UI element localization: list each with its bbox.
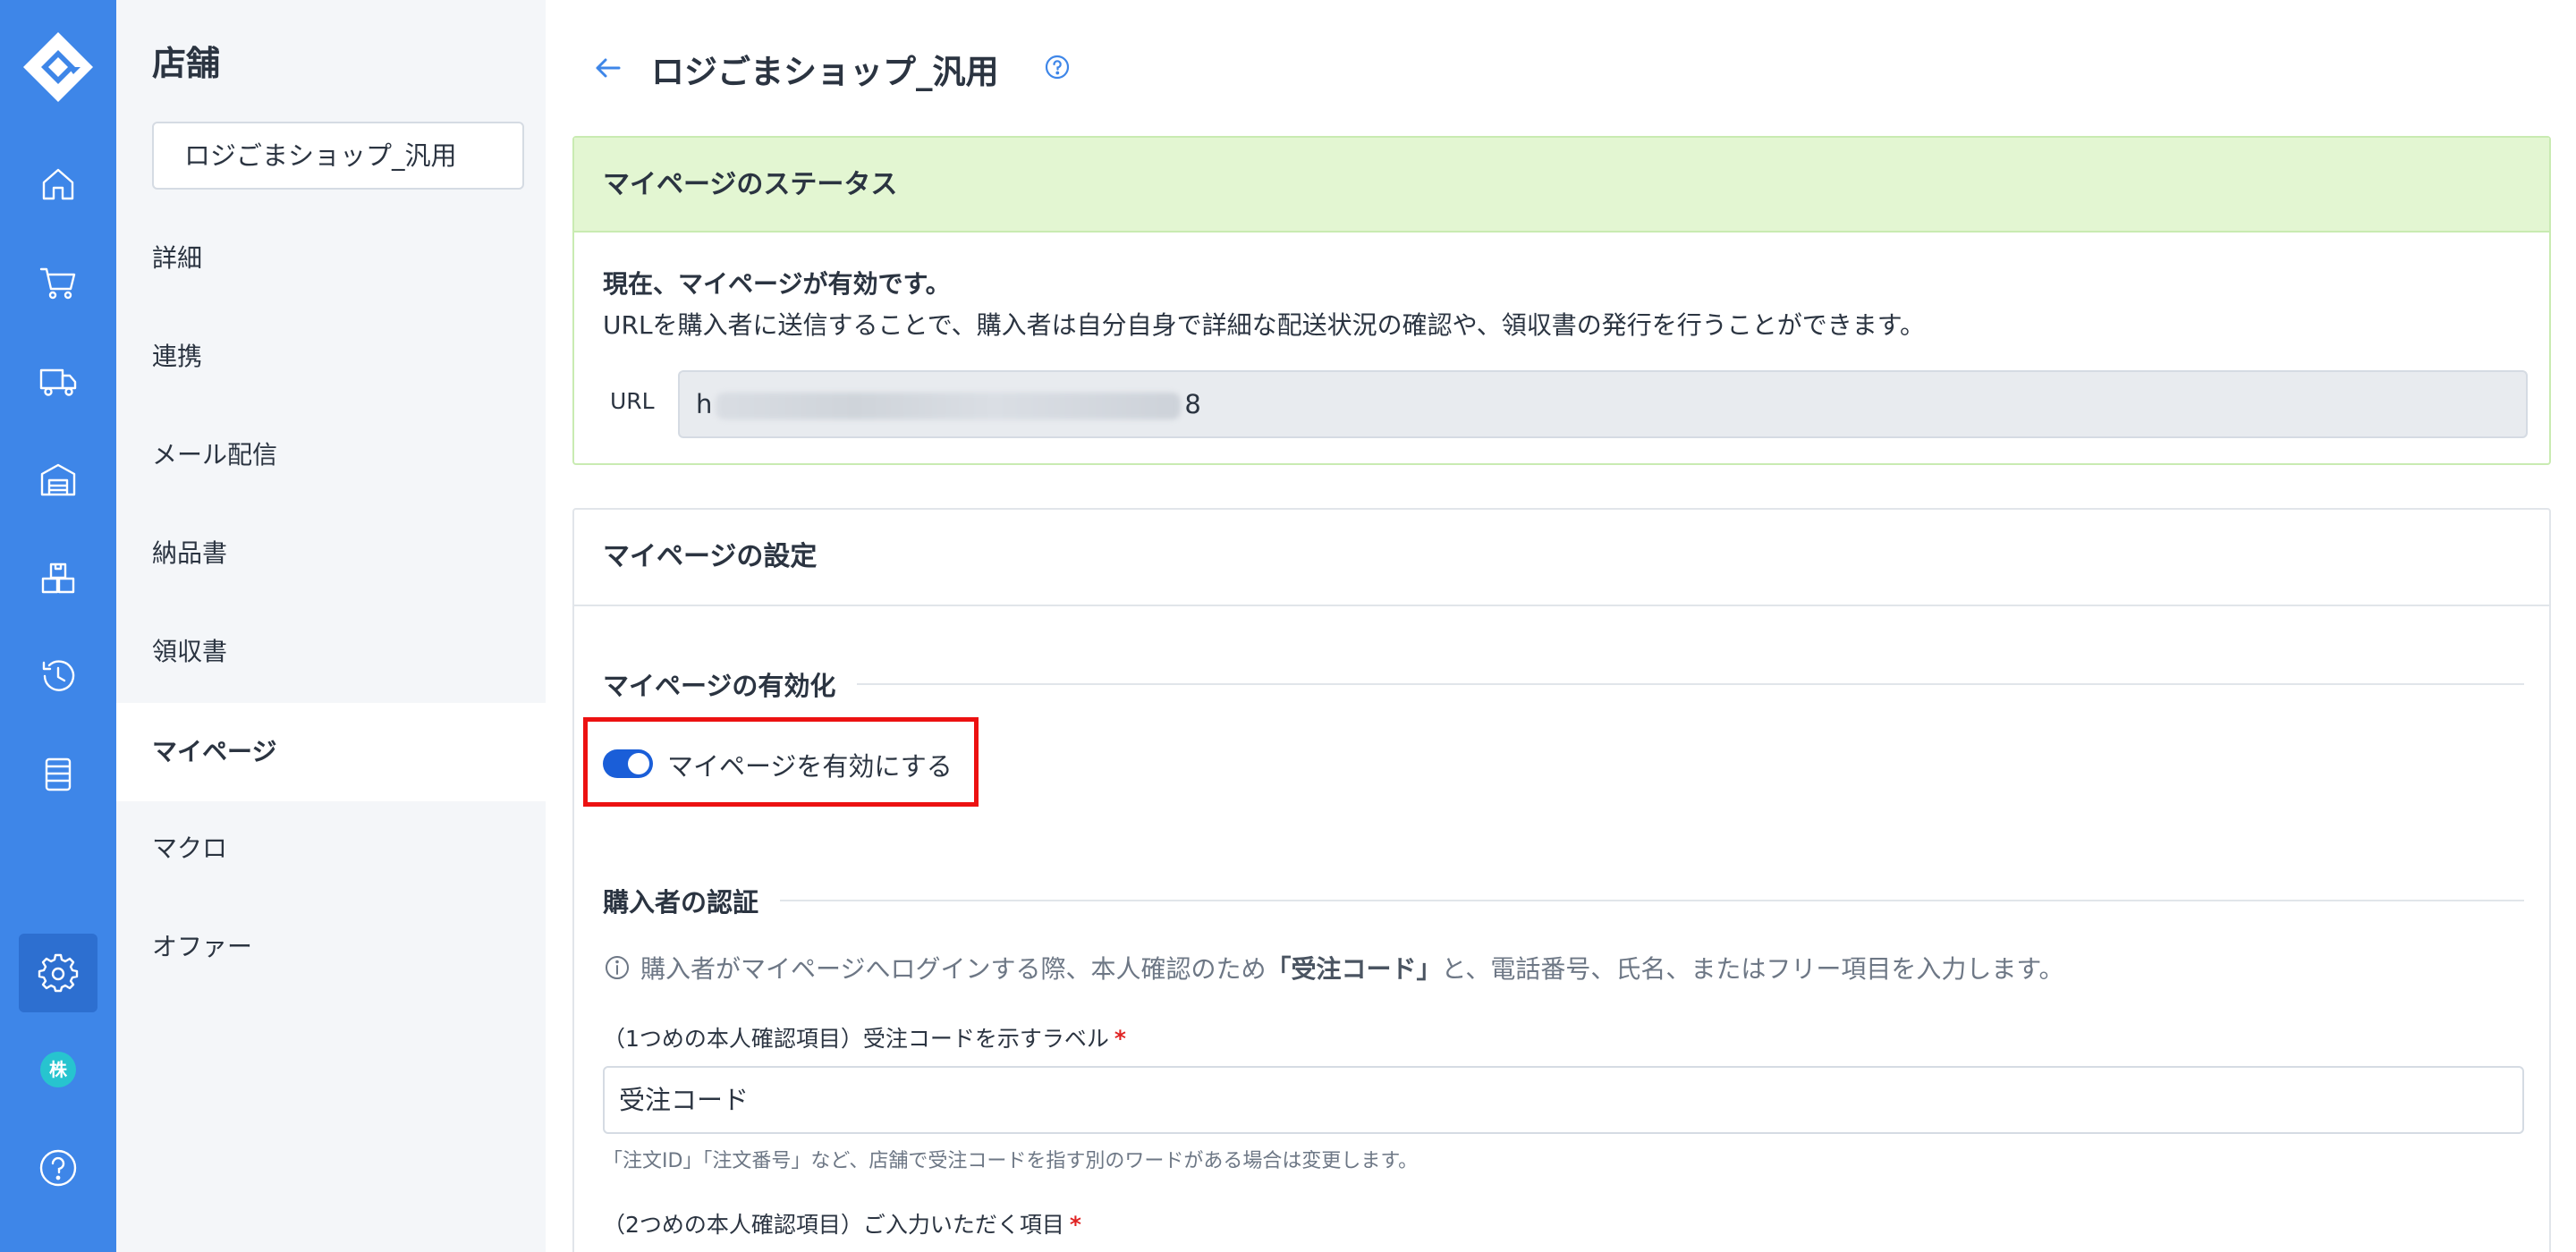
url-redacted <box>716 393 1182 419</box>
status-description: URLを購入者に送信することで、購入者は自分自身で詳細な配送状況の確認や、領収書… <box>603 310 1925 340</box>
divider <box>610 683 2524 685</box>
auth-info-post: と、電話番号、氏名、またはフリー項目を入力します。 <box>1441 954 2064 984</box>
gear-icon[interactable] <box>19 934 97 1012</box>
sidebar-item-mail[interactable]: メール配信 <box>116 406 546 504</box>
required-mark: * <box>1114 1026 1126 1052</box>
required-mark: * <box>1069 1212 1081 1238</box>
url-label: URL <box>610 388 655 414</box>
home-icon[interactable] <box>19 145 97 224</box>
url-end: 8 <box>1184 389 1201 419</box>
auth-info-bold: 「受注コード」 <box>1266 954 1442 984</box>
truck-icon[interactable] <box>19 342 97 420</box>
divider <box>610 900 2524 901</box>
sidebar-item-delivery-note[interactable]: 納品書 <box>116 504 546 603</box>
auth-info-text: 購入者がマイページへログインする際、本人確認のため 「受注コード」 と、電話番号、氏… <box>603 950 2064 986</box>
settings-card: マイページの設定 マイページの有効化 マイページを有効にする 購入者の認証 購入… <box>572 508 2551 1252</box>
status-card-title: マイページのステータス <box>574 138 2549 233</box>
url-start: h <box>696 389 713 419</box>
status-card: マイページのステータス 現在、マイページが有効です。 URLを購入者に送信するこ… <box>572 136 2551 465</box>
company-avatar-icon[interactable]: 株 <box>19 1030 97 1109</box>
warehouse-icon[interactable] <box>19 440 97 519</box>
sidebar-item-integration[interactable]: 連携 <box>116 308 546 406</box>
enable-section-title: マイページの有効化 <box>603 665 858 703</box>
toggle-label[interactable]: マイページを有効にする <box>667 746 953 783</box>
store-select[interactable]: ロジごまショップ_汎用 <box>152 122 524 190</box>
page-title: ロジごまショップ_汎用 <box>651 53 999 91</box>
info-icon <box>606 956 629 979</box>
logo-icon[interactable] <box>21 30 95 104</box>
order-code-label-input[interactable]: 受注コード <box>603 1066 2524 1134</box>
store-sidebar: 店舗 ロジごまショップ_汎用 詳細 連携 メール配信 納品書 領収書 マイページ… <box>116 0 546 1252</box>
auth-info-pre: 購入者がマイページへログインする際、本人確認のため <box>640 954 1267 984</box>
sidebar-item-offer[interactable]: オファー <box>116 898 546 996</box>
svg-text:株: 株 <box>49 1059 68 1080</box>
icon-rail: 株 <box>0 0 116 1252</box>
sidebar-item-mypage[interactable]: マイページ <box>116 703 546 801</box>
auth-section-title: 購入者の認証 <box>603 882 781 919</box>
field2-label: （2つめの本人確認項目）ご入力いただく項目 * <box>603 1212 1081 1238</box>
help-icon[interactable] <box>19 1129 97 1207</box>
status-message: 現在、マイページが有効です。 <box>603 269 951 299</box>
help-circle-icon[interactable] <box>1043 53 1072 81</box>
back-arrow-icon[interactable] <box>590 50 626 86</box>
field1-label: （1つめの本人確認項目）受注コードを示すラベル * <box>603 1026 1126 1052</box>
sidebar-title: 店舗 <box>152 44 221 83</box>
field1-hint: 「注文ID」「注文番号」など、店舗で受注コードを指す別のワードがある場合は変更し… <box>603 1150 1419 1172</box>
boxes-icon[interactable] <box>19 538 97 617</box>
settings-card-title: マイページの設定 <box>574 510 2549 606</box>
cart-icon[interactable] <box>19 243 97 322</box>
sidebar-item-macro[interactable]: マクロ <box>116 799 546 898</box>
mypage-enable-toggle[interactable] <box>603 749 653 778</box>
list-icon[interactable] <box>19 735 97 814</box>
mypage-url-field[interactable]: h8 <box>678 370 2528 438</box>
main-content: ロジごまショップ_汎用 マイページのステータス 現在、マイページが有効です。 U… <box>546 0 2576 1252</box>
history-icon[interactable] <box>19 637 97 715</box>
sidebar-item-details[interactable]: 詳細 <box>116 209 546 308</box>
sidebar-item-receipt[interactable]: 領収書 <box>116 603 546 701</box>
